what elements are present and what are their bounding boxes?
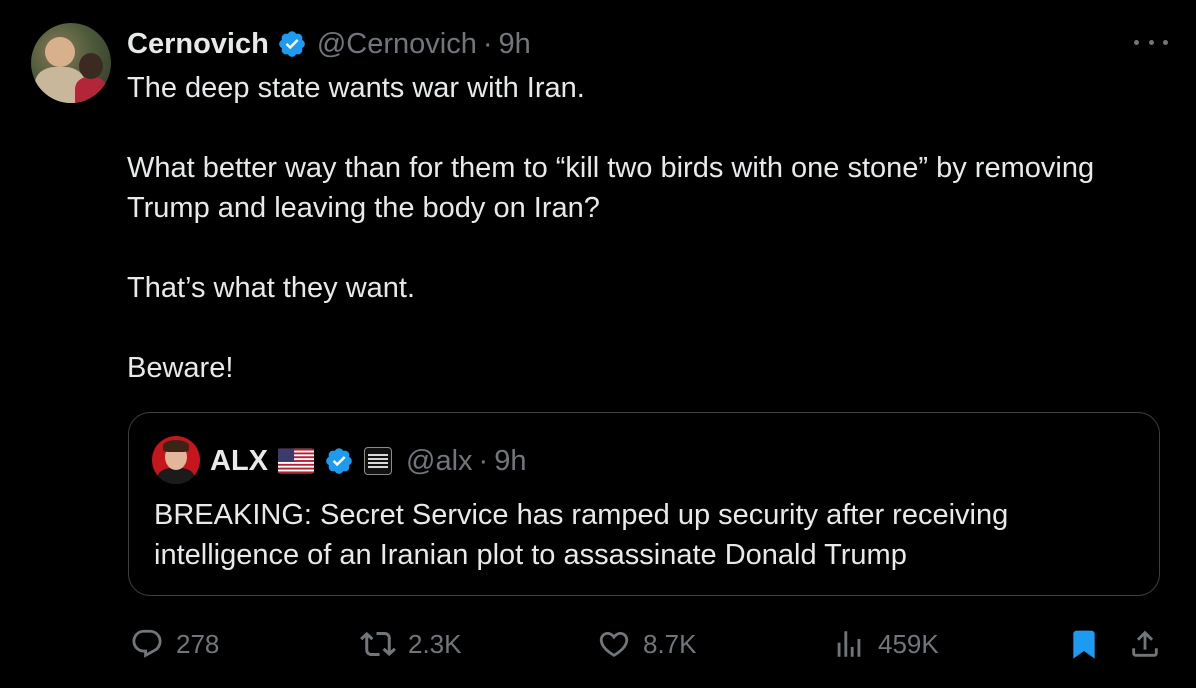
repost-button[interactable]: 2.3K <box>360 626 462 662</box>
tweet-paragraph: Beware! <box>127 352 234 384</box>
bookmark-icon <box>1073 630 1095 659</box>
header-separator: · <box>482 27 493 60</box>
affiliate-badge-icon <box>364 447 392 475</box>
reply-count: 278 <box>176 628 220 659</box>
quoted-author-avatar[interactable] <box>152 436 200 484</box>
repost-icon <box>360 631 396 657</box>
repost-count: 2.3K <box>408 628 462 659</box>
share-button[interactable] <box>1128 626 1162 662</box>
reply-icon <box>132 629 162 658</box>
tweet-time[interactable]: 9h <box>499 28 531 61</box>
views-button[interactable]: 459K <box>832 626 939 662</box>
like-button[interactable]: 8.7K <box>597 626 697 662</box>
tweet-actions: 278 2.3K 8.7K 459K <box>0 620 1196 668</box>
author-avatar[interactable] <box>31 23 111 103</box>
us-flag-icon <box>278 448 314 474</box>
tweet-paragraph: That’s what they want. <box>127 272 416 304</box>
tweet-paragraph: What better way than for them to “kill t… <box>127 152 1095 224</box>
heart-icon <box>599 631 629 657</box>
author-name[interactable]: Cernovich <box>127 28 269 61</box>
tweet-paragraph: The deep state wants war with Iran. <box>127 72 585 104</box>
tweet-text: The deep state wants war with Iran. What… <box>127 68 1127 388</box>
quoted-tweet[interactable]: ALX @alx · 9h BREAKING: Secret Service h… <box>128 412 1160 596</box>
more-horizontal-icon[interactable] <box>1134 32 1168 52</box>
view-count: 459K <box>878 628 939 659</box>
views-icon <box>837 631 861 657</box>
verified-badge-icon <box>279 31 305 57</box>
quoted-tweet-header: ALX @alx · 9h <box>210 443 526 479</box>
quoted-tweet-time: 9h <box>494 444 527 477</box>
author-handle[interactable]: @Cernovich <box>317 28 477 61</box>
like-count: 8.7K <box>643 628 697 659</box>
tweet-header: Cernovich @Cernovich · 9h <box>127 25 531 63</box>
quoted-tweet-text: BREAKING: Secret Service has ramped up s… <box>154 499 1009 571</box>
verified-badge-icon <box>326 448 352 474</box>
quoted-header-separator: · <box>478 444 489 477</box>
tweet[interactable]: Cernovich @Cernovich · 9h The deep state… <box>0 0 1196 688</box>
reply-button[interactable]: 278 <box>130 626 219 662</box>
bookmark-button[interactable] <box>1068 626 1100 662</box>
quoted-author-name: ALX <box>210 444 268 477</box>
share-icon <box>1132 630 1158 657</box>
quoted-author-handle: @alx <box>406 444 473 477</box>
